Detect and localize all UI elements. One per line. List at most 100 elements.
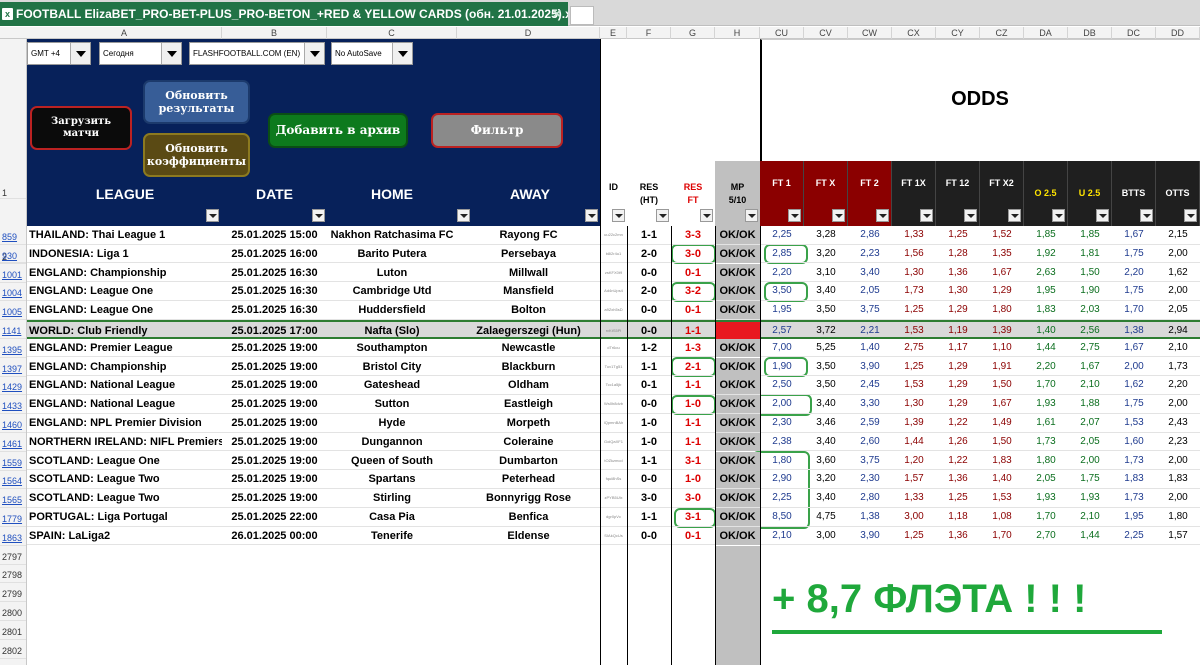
column-letter[interactable]: CW xyxy=(848,27,892,39)
day-dropdown[interactable]: Сегодня xyxy=(99,42,182,65)
column-letter[interactable]: DC xyxy=(1112,27,1156,39)
update-odds-button[interactable]: Обновить коэффициенты xyxy=(143,133,250,177)
row-number[interactable]: 1565 xyxy=(0,492,26,509)
away-cell: Morpeth xyxy=(506,417,551,429)
odds-filter-button[interactable] xyxy=(920,209,933,222)
row-number[interactable]: 1 xyxy=(0,187,26,199)
odds-cell: 1,18 xyxy=(948,511,968,522)
table-row[interactable]: ENGLAND: League One 25.01.2025 16:30 Cambr… xyxy=(27,282,1200,302)
table-row[interactable]: SCOTLAND: League One 25.01.2025 19:00 Quee… xyxy=(27,451,1200,471)
workbook-tab[interactable]: x FOOTBALL ElizaBET_PRO-BET-PLUS_PRO-BET… xyxy=(0,2,568,26)
table-row[interactable]: ENGLAND: Championship 25.01.2025 16:30 Lut… xyxy=(27,263,1200,283)
table-row[interactable]: WORLD: Club Friendly 25.01.2025 17:00 Naft… xyxy=(27,320,1200,340)
stats-filter-button[interactable] xyxy=(700,209,713,222)
filter-league-button[interactable] xyxy=(206,209,219,222)
odds-filter-button[interactable] xyxy=(1140,209,1153,222)
res-ft-cell: 2-1 xyxy=(685,360,701,373)
row-number[interactable]: 1397 xyxy=(0,361,26,377)
column-letter[interactable]: DA xyxy=(1024,27,1068,39)
row-number[interactable]: 2802 xyxy=(0,643,26,659)
table-row[interactable]: PORTUGAL: Liga Portugal 25.01.2025 22:00 C… xyxy=(27,508,1200,527)
res-ft-cell: 1-1 xyxy=(685,435,701,448)
table-row[interactable]: ENGLAND: National League 25.01.2025 19:00… xyxy=(27,395,1200,414)
close-tab-icon[interactable]: ✕ xyxy=(552,2,562,26)
odds-cell: 1,29 xyxy=(992,285,1012,297)
update-results-button[interactable]: Обновить результаты xyxy=(143,80,250,124)
away-cell: Bolton xyxy=(511,304,546,317)
table-row[interactable]: THAILAND: Thai League 1 25.01.2025 15:00 N… xyxy=(27,226,1200,245)
table-row[interactable]: ENGLAND: National League 25.01.2025 19:00… xyxy=(27,376,1200,396)
column-letter[interactable]: CZ xyxy=(980,27,1024,39)
column-letter[interactable]: E xyxy=(600,27,627,39)
column-letter[interactable]: F xyxy=(627,27,671,39)
column-letter[interactable]: CV xyxy=(804,27,848,39)
row-number[interactable]: 2800 xyxy=(0,605,26,621)
row-number[interactable]: 1004 xyxy=(0,285,26,302)
filter-home-button[interactable] xyxy=(457,209,470,222)
odds-filter-button[interactable] xyxy=(1052,209,1065,222)
column-letter[interactable]: CY xyxy=(936,27,980,39)
res-ht-cell: 2-0 xyxy=(641,247,657,260)
row-number[interactable]: 930 xyxy=(0,248,26,264)
table-row[interactable]: SCOTLAND: League Two 25.01.2025 19:00 Stir… xyxy=(27,489,1200,508)
table-row[interactable]: INDONESIA: Liga 1 25.01.2025 16:00 Barito … xyxy=(27,244,1200,264)
row-number[interactable]: 1559 xyxy=(0,455,26,471)
table-row[interactable]: ENGLAND: Premier League 25.01.2025 19:00 S… xyxy=(27,338,1200,358)
table-row[interactable]: SCOTLAND: League Two 25.01.2025 19:00 Spar… xyxy=(27,470,1200,490)
row-number[interactable]: 1433 xyxy=(0,398,26,415)
new-tab-button[interactable] xyxy=(570,6,594,25)
column-letter[interactable]: D xyxy=(457,27,600,39)
stats-filter-button[interactable] xyxy=(656,209,669,222)
row-number[interactable]: 1564 xyxy=(0,473,26,490)
odds-filter-button[interactable] xyxy=(1184,209,1197,222)
odds-filter-button[interactable] xyxy=(832,209,845,222)
row-number[interactable]: 1429 xyxy=(0,379,26,396)
row-number[interactable]: 2797 xyxy=(0,549,26,565)
column-letter[interactable]: CU xyxy=(760,27,804,39)
row-number[interactable]: 2798 xyxy=(0,567,26,584)
add-to-archive-button[interactable]: Добавить в архив xyxy=(268,113,408,148)
table-row[interactable]: NORTHERN IRELAND: NIFL Premiership 25.01.… xyxy=(27,432,1200,452)
row-number[interactable]: 1460 xyxy=(0,417,26,433)
odds-filter-button[interactable] xyxy=(1008,209,1021,222)
odds-filter-button[interactable] xyxy=(876,209,889,222)
row-number[interactable]: 1141 xyxy=(0,323,26,339)
row-number[interactable]: 1863 xyxy=(0,530,26,546)
odds-cell: 1,33 xyxy=(904,229,924,240)
column-letter[interactable]: DB xyxy=(1068,27,1112,39)
load-matches-button[interactable]: Загрузить матчи xyxy=(30,106,132,150)
row-number-gutter: 1 2 859 930 1001 1004 1005 1141 1395 1397 1429 1433… xyxy=(0,39,27,665)
filter-date-button[interactable] xyxy=(312,209,325,222)
id-cell: zPYB5Ulx xyxy=(604,495,623,501)
stats-filter-button[interactable] xyxy=(612,209,625,222)
row-number[interactable]: 2799 xyxy=(0,586,26,603)
filter-button[interactable]: Фильтр xyxy=(431,113,563,148)
row-number[interactable]: 2801 xyxy=(0,624,26,640)
table-row[interactable]: ENGLAND: NPL Premier Division 25.01.2025 … xyxy=(27,414,1200,433)
column-letter[interactable]: H xyxy=(715,27,760,39)
column-letter[interactable]: A xyxy=(27,27,222,39)
filter-away-button[interactable] xyxy=(585,209,598,222)
row-number[interactable]: 1395 xyxy=(0,342,26,358)
column-letter[interactable]: B xyxy=(222,27,327,39)
timezone-dropdown[interactable]: GMT +4 xyxy=(27,42,91,65)
column-divider xyxy=(671,226,672,665)
row-number[interactable]: 859 xyxy=(0,229,26,245)
column-letter[interactable]: G xyxy=(671,27,715,39)
row-number[interactable]: 1461 xyxy=(0,436,26,452)
table-row[interactable]: ENGLAND: League One 25.01.2025 16:30 Hudde… xyxy=(27,301,1200,320)
table-row[interactable]: ENGLAND: Championship 25.01.2025 19:00 Bri… xyxy=(27,357,1200,377)
odds-filter-button[interactable] xyxy=(1096,209,1109,222)
column-letter[interactable]: C xyxy=(327,27,457,39)
row-number[interactable]: 1005 xyxy=(0,304,26,321)
column-letter[interactable]: CX xyxy=(892,27,936,39)
table-row[interactable]: SPAIN: LaLiga2 26.01.2025 00:00 Tenerife El… xyxy=(27,526,1200,546)
column-letter[interactable]: DD xyxy=(1156,27,1200,39)
row-number[interactable]: 1001 xyxy=(0,267,26,283)
autosave-dropdown[interactable]: No AutoSave xyxy=(331,42,413,65)
odds-filter-button[interactable] xyxy=(964,209,977,222)
row-number[interactable]: 1779 xyxy=(0,511,26,527)
odds-filter-button[interactable] xyxy=(788,209,801,222)
source-dropdown[interactable]: FLASHFOOTBALL.COM (EN) xyxy=(189,42,325,65)
stats-filter-button[interactable] xyxy=(745,209,758,222)
